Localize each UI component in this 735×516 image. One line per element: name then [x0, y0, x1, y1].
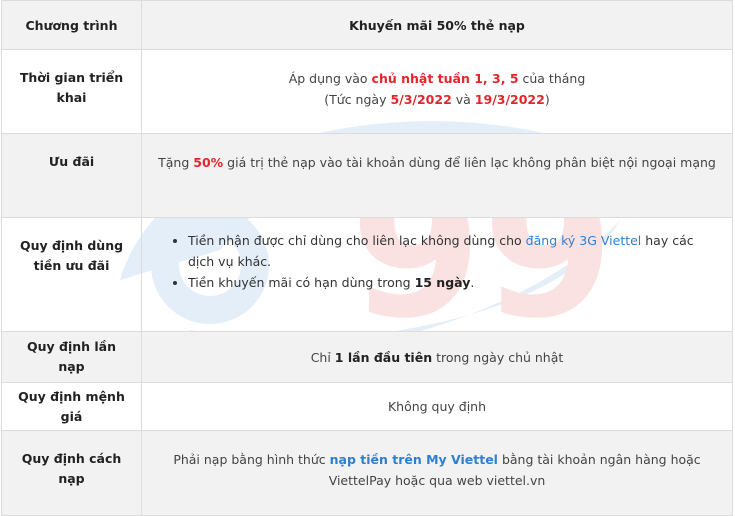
row-label-usage: Quy định dùng tiền ưu đãi	[1, 217, 142, 332]
text: trong ngày chủ nhật	[432, 349, 564, 365]
usage-list: Tiền nhận được chỉ dùng cho liên lạc khô…	[154, 230, 720, 293]
row-value-denomination: Không quy định	[141, 382, 733, 431]
list-item: Tiền khuyến mãi có hạn dùng trong 15 ngà…	[188, 272, 720, 293]
text: )	[544, 92, 550, 107]
text: Chỉ	[310, 349, 335, 365]
row-label-denomination: Quy định mệnh giá	[1, 382, 142, 431]
highlight-first-time: 1 lần đầu tiên	[334, 349, 433, 365]
highlight-date-2: 19/3/2022	[474, 92, 545, 107]
row-value-usage: Tiền nhận được chỉ dùng cho liên lạc khô…	[141, 217, 733, 332]
table-row: Ưu đãi Tặng 50% giá trị thẻ nạp vào tài …	[1, 133, 733, 218]
promo-table: Chương trình Khuyến mãi 50% thẻ nạp Thời…	[1, 0, 733, 516]
highlight-days: 15 ngày	[414, 275, 471, 290]
text: (Tức ngày	[324, 92, 391, 107]
text: Phải nạp bằng hình thức	[173, 452, 330, 467]
text: Tặng	[158, 155, 194, 170]
highlight-date-1: 5/3/2022	[390, 92, 452, 107]
row-label-offer: Ưu đãi	[1, 133, 142, 218]
text: của tháng	[518, 71, 586, 86]
row-value-topup-count: Chỉ 1 lần đầu tiên trong ngày chủ nhật	[141, 331, 733, 383]
my-viettel-link[interactable]: nạp tiền trên My Viettel	[330, 452, 498, 467]
row-label-topup-count: Quy định lần nạp	[1, 331, 142, 383]
row-value-time: Áp dụng vào chủ nhật tuần 1, 3, 5 của th…	[141, 49, 733, 134]
text: Áp dụng vào	[288, 71, 372, 86]
register-3g-link[interactable]: đăng ký 3G Viettel	[526, 233, 642, 248]
row-label-method: Quy định cách nạp	[1, 430, 142, 516]
text: .	[470, 275, 475, 290]
table-row: Quy định lần nạp Chỉ 1 lần đầu tiên tron…	[1, 331, 733, 383]
table-header-row: Chương trình Khuyến mãi 50% thẻ nạp	[1, 0, 733, 50]
promo-table-container: 99 Chương trình Khuyến mãi 50% thẻ nạp T…	[0, 0, 735, 516]
table-row: Thời gian triển khai Áp dụng vào chủ nhậ…	[1, 49, 733, 134]
table-row: Quy định cách nạp Phải nạp bằng hình thứ…	[1, 430, 733, 516]
highlight-weeks: chủ nhật tuần 1, 3, 5	[371, 71, 519, 86]
row-value-method: Phải nạp bằng hình thức nạp tiền trên My…	[141, 430, 733, 516]
row-value-offer: Tặng 50% giá trị thẻ nạp vào tài khoản d…	[141, 133, 733, 218]
header-promotion: Khuyến mãi 50% thẻ nạp	[141, 0, 733, 50]
row-label-time: Thời gian triển khai	[1, 49, 142, 134]
table-row: Quy định mệnh giá Không quy định	[1, 382, 733, 431]
text: và	[451, 92, 475, 107]
text: Tiền nhận được chỉ dùng cho liên lạc khô…	[188, 233, 526, 248]
text: Tiền khuyến mãi có hạn dùng trong	[188, 275, 415, 290]
list-item: Tiền nhận được chỉ dùng cho liên lạc khô…	[188, 230, 720, 272]
table-row: Quy định dùng tiền ưu đãi Tiền nhận được…	[1, 217, 733, 332]
header-program: Chương trình	[1, 0, 142, 50]
text: giá trị thẻ nạp vào tài khoản dùng để li…	[223, 155, 716, 170]
highlight-percent: 50%	[193, 155, 224, 170]
